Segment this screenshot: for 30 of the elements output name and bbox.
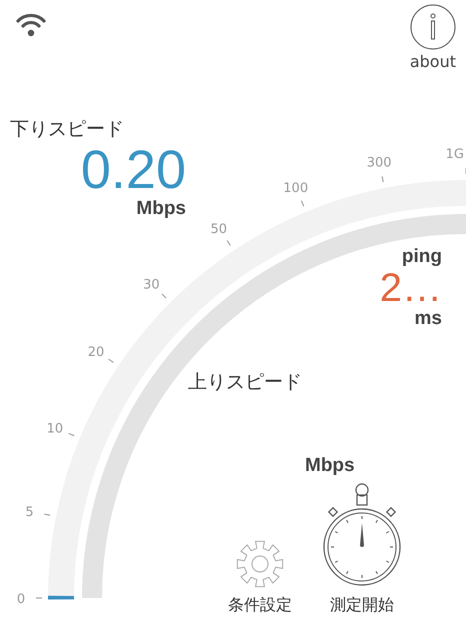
scale-label: 30 bbox=[143, 277, 160, 292]
about-button[interactable]: about bbox=[410, 4, 456, 71]
scale-label: 100 bbox=[283, 180, 308, 196]
scale-tick bbox=[68, 432, 75, 436]
scale-tick bbox=[108, 358, 114, 363]
scale-tick bbox=[44, 514, 51, 516]
scale-label: 1G bbox=[446, 147, 464, 162]
upload-unit: Mbps bbox=[305, 455, 355, 477]
gear-icon bbox=[235, 539, 285, 589]
scale-tick bbox=[161, 293, 167, 299]
ping-unit: ms bbox=[414, 308, 442, 330]
scale-label: 0 bbox=[16, 592, 26, 607]
download-speed: 0.20 bbox=[80, 142, 186, 198]
wifi-icon bbox=[16, 12, 46, 38]
scale-tick bbox=[382, 176, 384, 183]
scale-label: 20 bbox=[88, 344, 104, 360]
scale-label: 5 bbox=[25, 505, 34, 520]
scale-tick bbox=[226, 240, 231, 246]
scale-label: 10 bbox=[46, 422, 64, 437]
ping-label: ping bbox=[402, 246, 442, 268]
upload-label: 上りスピード bbox=[188, 370, 302, 395]
start-button[interactable]: 測定開始 bbox=[322, 483, 402, 616]
scale-label: 50 bbox=[210, 222, 228, 237]
ping-value: 2… bbox=[380, 268, 442, 308]
info-icon bbox=[410, 4, 456, 50]
download-unit: Mbps bbox=[136, 198, 186, 220]
download-label: 下りスピード bbox=[10, 117, 124, 142]
scale-tick bbox=[300, 200, 304, 207]
settings-button[interactable]: 条件設定 bbox=[228, 539, 292, 616]
scale-label: 300 bbox=[366, 156, 392, 171]
